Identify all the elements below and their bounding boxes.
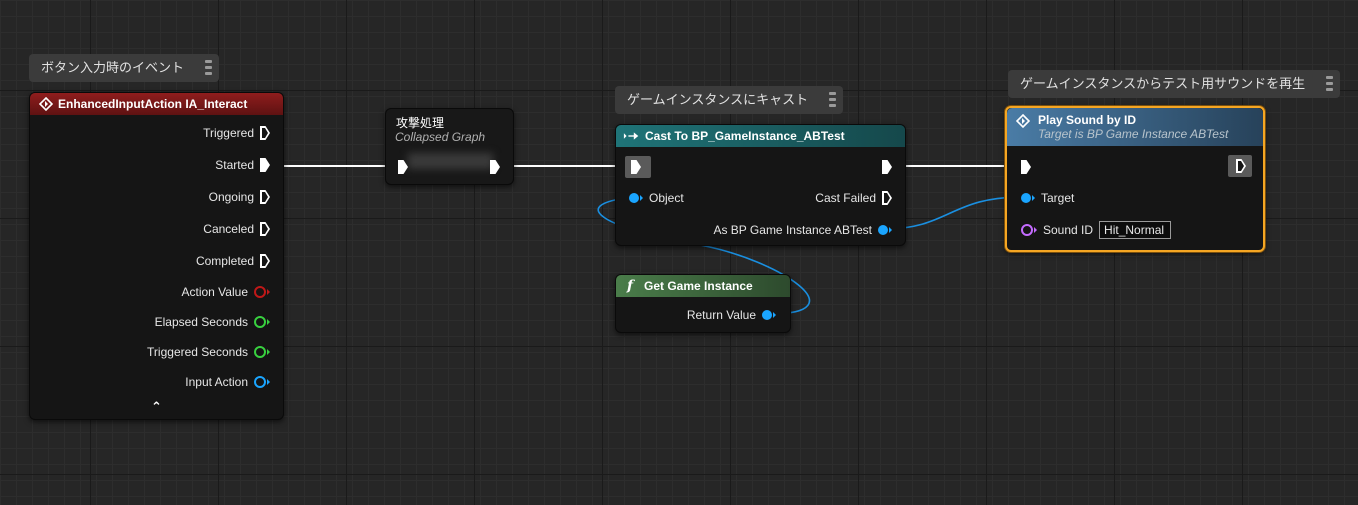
struct-pin-icon[interactable] bbox=[254, 286, 266, 298]
cast-exec-icon bbox=[623, 132, 639, 140]
collapsed-graph-subtitle: Collapsed Graph bbox=[395, 130, 486, 144]
sound-id-input[interactable]: Hit_Normal bbox=[1099, 221, 1172, 239]
float-pin-icon[interactable] bbox=[254, 316, 266, 328]
exec-pin-icon[interactable] bbox=[260, 222, 270, 236]
comment-event[interactable]: ボタン入力時のイベント bbox=[29, 54, 219, 82]
exec-out-pin-icon[interactable] bbox=[490, 160, 500, 174]
pin-arrow-icon bbox=[1032, 195, 1035, 201]
pin-as-instance[interactable]: As BP Game Instance ABTest bbox=[713, 223, 892, 237]
comment-cast-text: ゲームインスタンスにキャスト bbox=[627, 92, 809, 107]
pin-sound-id[interactable]: Sound ID Hit_Normal bbox=[1021, 221, 1172, 239]
pin-sound-id-label: Sound ID bbox=[1043, 223, 1094, 237]
pin-ongoing-label: Ongoing bbox=[208, 190, 254, 204]
exec-in-pin-icon[interactable] bbox=[398, 160, 408, 174]
exec-out-pin-box[interactable] bbox=[1228, 155, 1252, 177]
pin-input-action[interactable]: Input Action bbox=[185, 375, 270, 389]
get-game-instance-header[interactable]: f Get Game Instance bbox=[616, 275, 790, 297]
event-node-ia-interact[interactable]: EnhancedInputAction IA_Interact Triggere… bbox=[29, 92, 284, 420]
pin-return-value[interactable]: Return Value bbox=[687, 308, 776, 322]
pin-triggered-seconds[interactable]: Triggered Seconds bbox=[147, 345, 270, 359]
object-pin-icon[interactable] bbox=[878, 225, 888, 235]
pin-object-label: Object bbox=[649, 191, 684, 205]
collapsed-graph-blur bbox=[408, 153, 493, 169]
play-sound-node[interactable]: Play Sound by ID Target is BP Game Insta… bbox=[1005, 106, 1265, 252]
exec-in-pin-icon[interactable] bbox=[1021, 160, 1031, 174]
get-game-instance-node[interactable]: f Get Game Instance Return Value bbox=[615, 274, 791, 333]
comment-event-text: ボタン入力時のイベント bbox=[41, 60, 185, 75]
pin-target[interactable]: Target bbox=[1021, 191, 1074, 205]
name-pin-icon[interactable] bbox=[1021, 224, 1033, 236]
object-pin-icon[interactable] bbox=[254, 376, 266, 388]
pin-arrow-icon bbox=[267, 289, 270, 295]
pin-arrow-icon bbox=[267, 379, 270, 385]
event-node-title: EnhancedInputAction IA_Interact bbox=[58, 97, 248, 111]
exec-pin-icon[interactable] bbox=[882, 191, 892, 205]
pin-triggered-label: Triggered bbox=[203, 126, 254, 140]
exec-in-pin-icon bbox=[631, 160, 641, 174]
pin-as-instance-label: As BP Game Instance ABTest bbox=[713, 223, 872, 237]
pin-arrow-icon bbox=[773, 312, 776, 318]
function-icon: f bbox=[627, 278, 634, 294]
pin-return-value-label: Return Value bbox=[686, 308, 756, 322]
exec-pin-icon[interactable] bbox=[260, 158, 270, 172]
exec-out-pin-icon bbox=[1236, 159, 1246, 173]
exec-pin-icon[interactable] bbox=[260, 254, 270, 268]
comment-pin-icon[interactable] bbox=[1326, 74, 1335, 92]
pin-triggered-seconds-label: Triggered Seconds bbox=[147, 345, 248, 359]
float-pin-icon[interactable] bbox=[254, 346, 266, 358]
comment-play[interactable]: ゲームインスタンスからテスト用サウンドを再生 bbox=[1008, 70, 1340, 98]
play-sound-header[interactable]: Play Sound by ID Target is BP Game Insta… bbox=[1007, 108, 1263, 146]
pin-canceled[interactable]: Canceled bbox=[203, 222, 270, 236]
pin-started-label: Started bbox=[215, 158, 254, 172]
pin-completed-label: Completed bbox=[195, 254, 254, 268]
comment-pin-icon[interactable] bbox=[205, 58, 214, 76]
play-sound-subtitle: Target is BP Game Instance ABTest bbox=[1038, 127, 1229, 141]
pin-input-action-label: Input Action bbox=[185, 375, 248, 389]
object-pin-icon[interactable] bbox=[762, 310, 772, 320]
pin-completed[interactable]: Completed bbox=[196, 254, 270, 268]
pin-target-label: Target bbox=[1041, 191, 1075, 205]
get-game-instance-title: Get Game Instance bbox=[644, 279, 753, 293]
pin-cast-failed-label: Cast Failed bbox=[815, 191, 876, 205]
pin-elapsed-seconds-label: Elapsed Seconds bbox=[154, 315, 248, 329]
collapsed-graph-title: 攻撃処理 bbox=[396, 116, 445, 130]
pin-cast-failed[interactable]: Cast Failed bbox=[815, 191, 892, 205]
cast-node-header[interactable]: Cast To BP_GameInstance_ABTest bbox=[616, 125, 905, 147]
pin-action-value-label: Action Value bbox=[181, 285, 249, 299]
pin-arrow-icon bbox=[267, 319, 270, 325]
cast-node[interactable]: Cast To BP_GameInstance_ABTest Object Ca… bbox=[615, 124, 906, 246]
chevron-up-icon: ⌃ bbox=[151, 399, 162, 414]
pin-arrow-icon bbox=[640, 195, 643, 201]
exec-pin-icon[interactable] bbox=[260, 190, 270, 204]
comment-pin-icon[interactable] bbox=[829, 90, 838, 108]
pin-arrow-icon bbox=[267, 349, 270, 355]
exec-in-pin-box[interactable] bbox=[625, 156, 651, 178]
pin-arrow-icon bbox=[889, 227, 892, 233]
pin-elapsed-seconds[interactable]: Elapsed Seconds bbox=[155, 315, 270, 329]
object-pin-icon[interactable] bbox=[629, 193, 639, 203]
exec-out-pin-icon[interactable] bbox=[882, 160, 892, 174]
object-pin-icon[interactable] bbox=[1021, 193, 1031, 203]
play-sound-title: Play Sound by ID bbox=[1038, 113, 1137, 127]
comment-cast[interactable]: ゲームインスタンスにキャスト bbox=[615, 86, 843, 114]
comment-play-text: ゲームインスタンスからテスト用サウンドを再生 bbox=[1020, 76, 1306, 91]
exec-pin-icon[interactable] bbox=[260, 126, 270, 140]
pin-ongoing[interactable]: Ongoing bbox=[209, 190, 270, 204]
cast-node-title: Cast To BP_GameInstance_ABTest bbox=[645, 129, 845, 143]
pin-started[interactable]: Started bbox=[215, 158, 270, 172]
pin-action-value[interactable]: Action Value bbox=[181, 285, 270, 299]
collapse-advanced-button[interactable]: ⌃ bbox=[30, 399, 283, 415]
pin-object[interactable]: Object bbox=[629, 191, 684, 205]
pin-triggered[interactable]: Triggered bbox=[203, 126, 270, 140]
pin-arrow-icon bbox=[1034, 227, 1037, 233]
event-diamond-icon bbox=[39, 97, 53, 111]
function-call-icon bbox=[1016, 114, 1030, 128]
collapsed-graph-node[interactable]: 攻撃処理 Collapsed Graph bbox=[385, 108, 514, 185]
pin-canceled-label: Canceled bbox=[203, 222, 254, 236]
event-node-header[interactable]: EnhancedInputAction IA_Interact bbox=[30, 93, 283, 115]
